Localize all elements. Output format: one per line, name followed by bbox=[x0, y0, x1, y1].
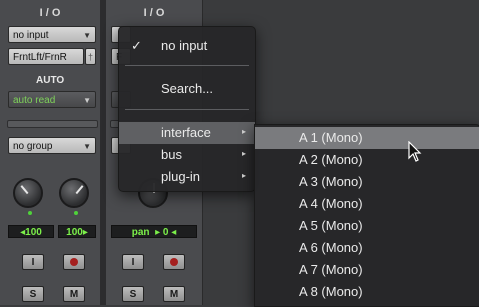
chevron-right-icon: ▸ bbox=[241, 149, 246, 158]
submenu-item-a4[interactable]: A 4 (Mono) bbox=[255, 193, 479, 215]
pan-right-display[interactable]: 100▸ bbox=[58, 225, 96, 238]
menu-item-label: bus bbox=[161, 147, 182, 162]
submenu-item-a5[interactable]: A 5 (Mono) bbox=[255, 215, 479, 237]
pan-display[interactable]: pan ▸ 0 ◂ bbox=[111, 225, 197, 238]
group-selector[interactable]: no group ▼ bbox=[8, 137, 96, 154]
automation-mode-selector[interactable]: auto read ▼ bbox=[8, 91, 96, 108]
input-menu: ✓ no input Search... interface ▸ bus ▸ p… bbox=[118, 26, 256, 192]
menu-item-search[interactable]: Search... bbox=[119, 78, 255, 100]
pan-left-display[interactable]: ◂100 bbox=[8, 225, 54, 238]
solo-button[interactable]: S bbox=[122, 286, 144, 302]
submenu-item-label: A 4 (Mono) bbox=[299, 196, 363, 211]
chevron-down-icon: ▼ bbox=[83, 142, 91, 151]
input-monitor-button[interactable]: I bbox=[122, 254, 144, 270]
record-button[interactable] bbox=[163, 254, 185, 270]
submenu-item-label: A 6 (Mono) bbox=[299, 240, 363, 255]
submenu-item-a2[interactable]: A 2 (Mono) bbox=[255, 149, 479, 171]
pan-left-knob[interactable] bbox=[13, 178, 43, 208]
automation-label: AUTO bbox=[36, 75, 65, 86]
submenu-item-label: A 8 (Mono) bbox=[299, 284, 363, 299]
pan-right-knob[interactable] bbox=[59, 178, 89, 208]
menu-separator bbox=[125, 109, 249, 110]
checkmark-icon: ✓ bbox=[131, 38, 142, 53]
menu-item-bus[interactable]: bus ▸ bbox=[119, 144, 255, 166]
interface-submenu: A 1 (Mono) A 2 (Mono) A 3 (Mono) A 4 (Mo… bbox=[254, 124, 479, 307]
submenu-item-a3[interactable]: A 3 (Mono) bbox=[255, 171, 479, 193]
submenu-item-a7[interactable]: A 7 (Mono) bbox=[255, 259, 479, 281]
link-icon: † bbox=[88, 52, 94, 62]
pan-left-indicator bbox=[28, 211, 32, 215]
chevron-down-icon: ▼ bbox=[83, 96, 91, 105]
menu-item-interface[interactable]: interface ▸ bbox=[119, 122, 255, 144]
mute-button[interactable]: M bbox=[63, 286, 85, 302]
pan-right-value: 100 bbox=[66, 227, 83, 238]
group-header bbox=[7, 120, 98, 128]
chevron-down-icon: ▼ bbox=[83, 31, 91, 40]
pan-label: pan bbox=[131, 227, 150, 238]
record-button[interactable] bbox=[63, 254, 85, 270]
output-link-button[interactable]: † bbox=[85, 48, 96, 65]
input-selector[interactable]: no input ▼ bbox=[8, 26, 96, 43]
menu-item-plug-in[interactable]: plug-in ▸ bbox=[119, 166, 255, 188]
submenu-item-label: A 2 (Mono) bbox=[299, 152, 363, 167]
submenu-item-label: A 1 (Mono) bbox=[299, 130, 363, 145]
record-icon bbox=[70, 258, 78, 267]
chevron-right-icon: ▸ bbox=[241, 127, 246, 136]
submenu-item-label: A 3 (Mono) bbox=[299, 174, 363, 189]
pan-left-value: 100 bbox=[25, 227, 42, 238]
io-label: I / O bbox=[143, 7, 165, 19]
submenu-item-a6[interactable]: A 6 (Mono) bbox=[255, 237, 479, 259]
mouse-pointer-icon bbox=[408, 141, 422, 162]
pan-value: 0 bbox=[162, 227, 169, 238]
submenu-item-label: A 7 (Mono) bbox=[299, 262, 363, 277]
menu-item-label: Search... bbox=[161, 81, 214, 96]
automation-mode-value: auto read bbox=[13, 95, 56, 106]
menu-item-label: plug-in bbox=[161, 169, 201, 184]
input-monitor-button[interactable]: I bbox=[22, 254, 44, 270]
chevron-right-icon: ▸ bbox=[241, 171, 246, 180]
mute-button[interactable]: M bbox=[163, 286, 185, 302]
menu-item-no-input[interactable]: ✓ no input bbox=[119, 35, 255, 57]
menu-separator bbox=[125, 65, 249, 66]
solo-button[interactable]: S bbox=[22, 286, 44, 302]
output-selector-value: FrntLft/FrnR bbox=[13, 52, 67, 63]
channel-strip-1: I / O no input ▼ FrntLft/FrnR † AUTO aut… bbox=[0, 0, 101, 305]
menu-item-label: interface bbox=[161, 125, 211, 140]
io-label: I / O bbox=[39, 7, 61, 19]
input-selector-value: no input bbox=[13, 30, 49, 41]
output-selector[interactable]: FrntLft/FrnR bbox=[8, 48, 84, 65]
submenu-item-label: A 5 (Mono) bbox=[299, 218, 363, 233]
menu-item-label: no input bbox=[161, 38, 208, 53]
record-icon bbox=[170, 258, 178, 267]
submenu-item-a1[interactable]: A 1 (Mono) bbox=[255, 127, 479, 149]
pan-right-indicator bbox=[74, 211, 78, 215]
group-selector-value: no group bbox=[13, 141, 53, 152]
submenu-item-a8[interactable]: A 8 (Mono) bbox=[255, 281, 479, 303]
